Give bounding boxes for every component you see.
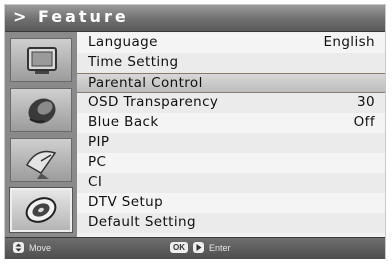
feature-disc-icon[interactable] (10, 188, 72, 232)
title-bar: > Feature (5, 5, 385, 32)
category-sidebar (5, 32, 77, 237)
sound-speaker-icon[interactable] (10, 88, 72, 132)
menu-item-label: PC (88, 154, 107, 170)
feature-menu-list: Language English Time Setting Parental C… (77, 32, 385, 237)
menu-item-osd-transparency[interactable]: OSD Transparency 30 (77, 93, 385, 113)
right-arrow-icon (193, 242, 204, 253)
menu-item-label: Blue Back (88, 114, 159, 130)
menu-item-label: PIP (88, 134, 110, 150)
ok-key-icon: OK (170, 242, 188, 253)
feature-menu-window: > Feature Language English Time Setting … (5, 5, 385, 259)
menu-item-label: OSD Transparency (88, 94, 219, 110)
menu-item-pc[interactable]: PC (77, 153, 385, 173)
footer-hint-bar: Move OK Enter (5, 237, 385, 259)
menu-item-value: 30 (357, 94, 375, 110)
menu-item-pip[interactable]: PIP (77, 133, 385, 153)
menu-item-parental-control[interactable]: Parental Control (77, 73, 385, 93)
menu-item-label: Language (88, 34, 158, 50)
tv-screen-icon[interactable] (10, 38, 72, 82)
menu-item-language[interactable]: Language English (77, 33, 385, 53)
enter-hint-label: Enter (209, 242, 231, 253)
menu-item-label: Default Setting (88, 214, 196, 230)
enter-hint: OK Enter (170, 242, 231, 253)
move-hint-label: Move (29, 242, 52, 253)
up-down-arrow-icon (13, 242, 24, 253)
menu-item-label: CI (88, 174, 103, 190)
menu-item-value: English (323, 34, 375, 50)
menu-item-label: DTV Setup (88, 194, 164, 210)
satellite-dish-icon[interactable] (10, 138, 72, 182)
menu-item-default-setting[interactable]: Default Setting (77, 213, 385, 233)
menu-item-blue-back[interactable]: Blue Back Off (77, 113, 385, 133)
menu-item-ci[interactable]: CI (77, 173, 385, 193)
menu-item-time-setting[interactable]: Time Setting (77, 53, 385, 73)
menu-item-value: Off (353, 114, 375, 130)
menu-item-dtv-setup[interactable]: DTV Setup (77, 193, 385, 213)
menu-item-label: Time Setting (88, 54, 179, 70)
page-title: > Feature (13, 7, 129, 26)
move-hint: Move (13, 242, 51, 253)
menu-item-label: Parental Control (88, 75, 203, 91)
